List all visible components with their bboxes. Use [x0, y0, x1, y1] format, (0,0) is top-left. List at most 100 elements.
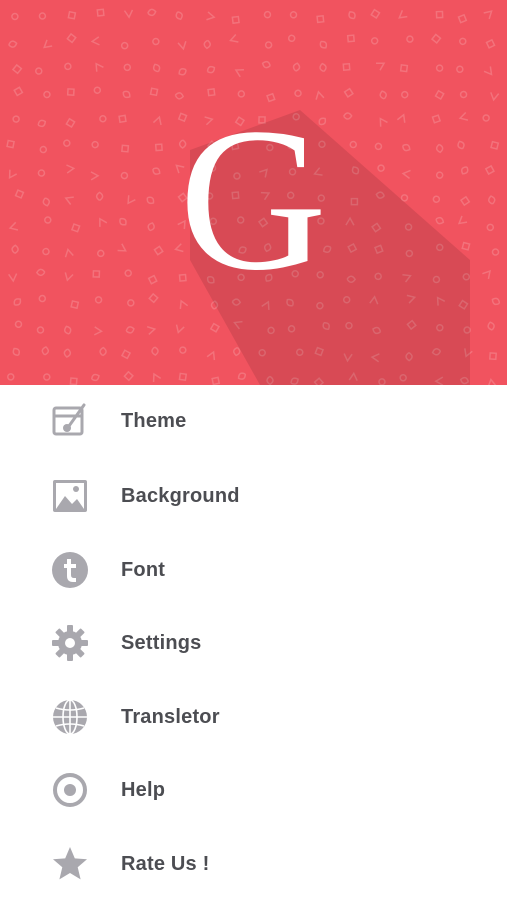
pattern-glyph — [152, 115, 162, 126]
pattern-glyph — [118, 114, 127, 124]
pattern-glyph — [119, 217, 127, 226]
pattern-glyph — [152, 63, 161, 73]
pattern-glyph — [399, 64, 409, 73]
pattern-glyph — [120, 41, 129, 50]
pattern-glyph — [64, 272, 74, 282]
pattern-glyph — [65, 117, 76, 129]
pattern-glyph — [379, 90, 387, 100]
pattern-glyph — [11, 12, 19, 21]
pattern-glyph — [90, 36, 100, 46]
pattern-glyph — [99, 346, 107, 357]
side-menu: Theme Background Font Settings Transleto… — [0, 385, 507, 900]
pattern-glyph — [488, 352, 497, 361]
pattern-glyph — [458, 111, 469, 121]
pattern-glyph — [91, 140, 99, 149]
header-artwork: G — [6, 8, 501, 385]
app-logo: G — [179, 86, 327, 313]
pattern-glyph — [37, 169, 46, 177]
pattern-glyph — [8, 221, 19, 231]
gear-icon — [51, 624, 89, 662]
pattern-glyph — [491, 248, 500, 256]
pattern-glyph — [67, 10, 77, 20]
pattern-glyph — [149, 87, 159, 97]
pattern-glyph — [95, 62, 104, 72]
pattern-glyph — [44, 216, 52, 224]
pattern-glyph — [459, 37, 467, 46]
pattern-glyph — [92, 270, 101, 278]
pattern-glyph — [343, 112, 353, 120]
menu-item-translator[interactable]: Transletor — [0, 687, 507, 747]
pattern-glyph — [178, 68, 187, 76]
pattern-glyph — [127, 299, 135, 307]
pattern-glyph — [127, 195, 136, 205]
pattern-glyph — [64, 196, 74, 205]
pattern-glyph — [147, 222, 155, 232]
pattern-glyph — [206, 350, 216, 361]
pattern-glyph — [487, 321, 495, 331]
pattern-glyph — [206, 65, 216, 74]
menu-item-font[interactable]: Font — [0, 540, 507, 600]
pattern-glyph — [7, 373, 15, 381]
star-icon — [51, 845, 89, 883]
pattern-glyph — [123, 63, 132, 72]
menu-item-label: Settings — [121, 631, 202, 654]
pattern-glyph — [490, 92, 500, 102]
pattern-glyph — [292, 62, 301, 72]
pattern-glyph — [490, 140, 500, 150]
pattern-glyph — [38, 12, 47, 20]
pattern-glyph — [66, 88, 75, 96]
pattern-glyph — [435, 10, 444, 19]
pattern-glyph — [234, 69, 245, 78]
pattern-glyph — [435, 143, 444, 154]
pattern-glyph — [120, 171, 129, 180]
pattern-glyph — [95, 191, 104, 201]
pattern-glyph — [120, 349, 132, 360]
pattern-glyph — [175, 11, 183, 21]
pattern-glyph — [8, 273, 18, 283]
pattern-glyph — [211, 376, 221, 385]
pattern-glyph — [316, 14, 325, 24]
pattern-glyph — [11, 244, 19, 254]
pattern-glyph — [374, 142, 383, 151]
pattern-glyph — [456, 65, 464, 74]
pattern-glyph — [11, 63, 23, 75]
pattern-glyph — [486, 223, 495, 232]
pattern-glyph — [12, 115, 20, 123]
menu-item-settings[interactable]: Settings — [0, 613, 507, 673]
pattern-glyph — [343, 87, 354, 99]
pattern-glyph — [63, 139, 71, 147]
pattern-glyph — [435, 216, 445, 225]
pattern-glyph — [90, 373, 100, 382]
menu-item-label: Rate Us ! — [121, 852, 210, 875]
pattern-glyph — [203, 39, 211, 50]
pattern-glyph — [97, 249, 105, 258]
menu-item-label: Theme — [121, 409, 187, 432]
pattern-glyph — [401, 169, 411, 180]
menu-item-theme[interactable]: Theme — [0, 391, 507, 451]
pattern-glyph — [432, 195, 441, 203]
pattern-glyph — [435, 64, 444, 72]
pattern-glyph — [152, 167, 161, 175]
pattern-glyph — [146, 325, 157, 336]
pattern-glyph — [461, 166, 469, 175]
pattern-glyph — [154, 143, 163, 152]
pattern-glyph — [349, 140, 357, 149]
menu-item-background[interactable]: Background — [0, 466, 507, 526]
pattern-glyph — [70, 300, 80, 310]
pattern-glyph — [147, 274, 158, 285]
menu-item-help[interactable]: Help — [0, 760, 507, 820]
pattern-glyph — [483, 66, 493, 76]
pattern-glyph — [348, 11, 356, 20]
pattern-glyph — [39, 145, 48, 154]
pattern-glyph — [146, 196, 155, 205]
pattern-glyph — [398, 10, 408, 19]
pattern-glyph — [123, 9, 134, 19]
pattern-glyph — [264, 41, 273, 49]
globe-icon — [51, 698, 89, 736]
pattern-glyph — [70, 223, 81, 233]
menu-item-rate-us[interactable]: Rate Us ! — [0, 834, 507, 894]
menu-item-label: Background — [121, 484, 240, 507]
pattern-glyph — [99, 115, 107, 123]
pattern-glyph — [179, 346, 187, 354]
pattern-glyph — [63, 348, 72, 358]
